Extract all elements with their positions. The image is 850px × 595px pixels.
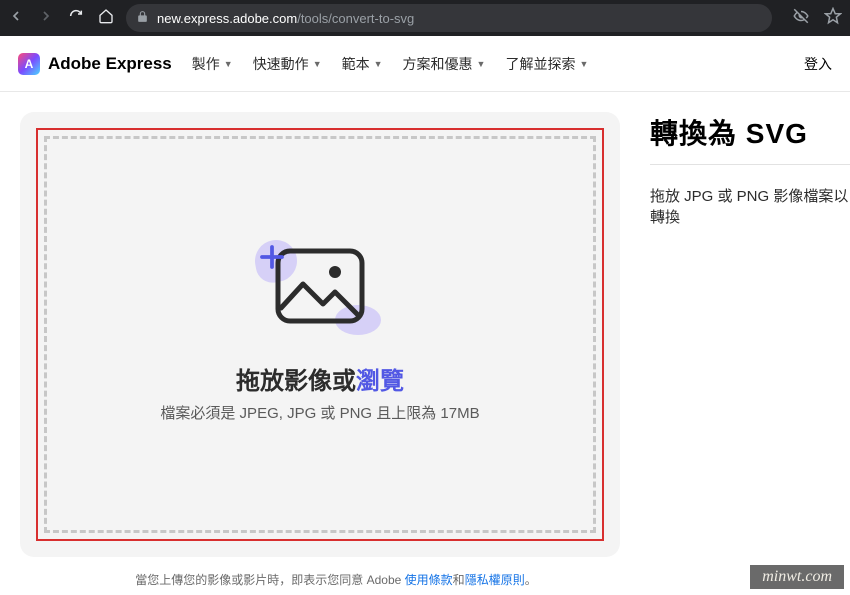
url-bar[interactable]: new.express.adobe.com/tools/convert-to-s… [126,4,772,32]
brand-name: Adobe Express [48,54,172,74]
plus-icon [257,242,287,277]
logo-icon: A [18,53,40,75]
back-icon[interactable] [8,8,24,29]
star-icon[interactable] [824,7,842,30]
watermark: minwt.com [750,565,844,589]
upload-subtitle: 檔案必須是 JPEG, JPG 或 PNG 且上限為 17MB [160,402,479,423]
chevron-down-icon: ▼ [579,59,588,69]
browser-toolbar: new.express.adobe.com/tools/convert-to-s… [0,0,850,36]
reload-icon[interactable] [68,8,84,29]
image-icon [273,246,367,326]
eye-off-icon[interactable] [792,7,810,30]
upload-illustration [273,246,367,331]
chevron-down-icon: ▼ [477,59,486,69]
nav-learn[interactable]: 了解並探索▼ [505,54,588,74]
chevron-down-icon: ▼ [224,59,233,69]
page-title: 轉換為 SVG [650,112,850,152]
nav-menu: 製作▼ 快速動作▼ 範本▼ 方案和優惠▼ 了解並探索▼ [192,54,589,74]
forward-icon[interactable] [38,8,54,29]
consent-text: 當您上傳您的影像或影片時，即表示您同意 Adobe 使用條款和隱私權原則。 [20,571,652,588]
divider [650,164,850,165]
url-path: /tools/convert-to-svg [297,11,414,26]
info-panel: 轉換為 SVG 拖放 JPG 或 PNG 影像檔案以轉換 [650,112,850,557]
nav-quick-actions[interactable]: 快速動作▼ [253,54,322,74]
upload-title: 拖放影像或瀏覽 [236,361,404,396]
privacy-link[interactable]: 隱私權原則 [465,573,525,587]
brand-logo[interactable]: A Adobe Express [18,53,172,75]
nav-templates[interactable]: 範本▼ [342,54,383,74]
lock-icon [136,10,149,26]
url-domain: new.express.adobe.com [157,11,297,26]
browse-link[interactable]: 瀏覽 [356,368,404,395]
app-header: A Adobe Express 製作▼ 快速動作▼ 範本▼ 方案和優惠▼ 了解並… [0,36,850,92]
nav-create[interactable]: 製作▼ [192,54,233,74]
upload-panel: 拖放影像或瀏覽 檔案必須是 JPEG, JPG 或 PNG 且上限為 17MB [20,112,620,557]
login-button[interactable]: 登入 [804,54,832,74]
home-icon[interactable] [98,8,114,29]
chevron-down-icon: ▼ [374,59,383,69]
chevron-down-icon: ▼ [313,59,322,69]
page-description: 拖放 JPG 或 PNG 影像檔案以轉換 [650,185,850,227]
nav-plans[interactable]: 方案和優惠▼ [403,54,486,74]
terms-link[interactable]: 使用條款 [405,573,453,587]
upload-dropzone[interactable]: 拖放影像或瀏覽 檔案必須是 JPEG, JPG 或 PNG 且上限為 17MB [36,128,604,541]
